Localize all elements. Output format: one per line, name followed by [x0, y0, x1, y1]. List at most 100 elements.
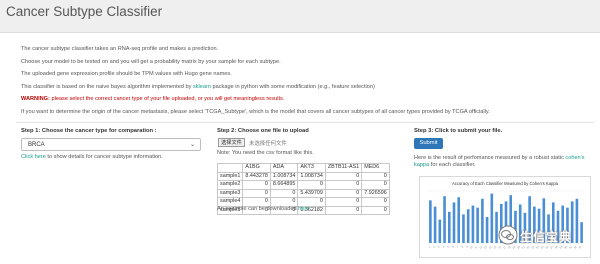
- step3-heading: Step 3: Click to submit your file.: [414, 128, 503, 134]
- intro-line-2: Choose your model to be tested on and yo…: [21, 58, 281, 65]
- chart-tick-label: 8: [460, 244, 464, 248]
- chart-tick-label: 1: [427, 244, 431, 248]
- table-cell: 0: [361, 171, 390, 181]
- table-row: sample1 8.443278 1.008734 1.008734 0 0: [216, 171, 390, 181]
- table-cell: 0: [242, 188, 271, 198]
- table-cell: 8.443278: [242, 171, 271, 181]
- chart-bar: [433, 206, 437, 243]
- intro-line-6: If you want to determine the origin of t…: [21, 108, 490, 115]
- chart-tick-label: 3: [437, 244, 441, 248]
- chart-bar: [490, 193, 494, 243]
- choose-file-button[interactable]: 选择文件: [218, 138, 245, 147]
- divider: [16, 122, 594, 123]
- intro-line-3: The uploaded gene expression profile sho…: [21, 71, 232, 78]
- table-row: sample3 0 0 5.439709 0 7.926596: [216, 188, 390, 198]
- chart-bar: [438, 219, 442, 243]
- result-text-post: for each classifier.: [429, 162, 476, 168]
- intro-line-4-post: package in python with some modification…: [210, 83, 375, 90]
- table-cell: 0: [269, 197, 299, 207]
- table-cell: 0: [242, 180, 271, 190]
- table-cell: 0: [324, 188, 363, 198]
- table-cell: 0: [297, 197, 326, 207]
- table-header: AKT3: [297, 163, 326, 173]
- chart-tick-label: 5: [446, 244, 450, 248]
- intro-text: The cancer subtype classifier takes an R…: [21, 46, 591, 122]
- table-cell: 1.008734: [297, 171, 326, 181]
- table-header: A1BG: [242, 163, 271, 173]
- cancer-type-select[interactable]: BRCA ⌄: [21, 138, 201, 151]
- table-cell: 7.926596: [361, 188, 390, 198]
- table-header-row: A1BG ADA AKT3 ZBTB11-AS1 MED6: [216, 163, 390, 173]
- step2-heading: Step 2: Choose one file to upload: [217, 128, 309, 134]
- chart-bar: [466, 209, 470, 243]
- sklearn-link[interactable]: sklearn: [193, 84, 211, 90]
- intro-line-4: This classifier is based on the naive ba…: [21, 84, 591, 90]
- chart-tick-label: 12: [478, 244, 483, 249]
- chart-bar: [462, 214, 465, 243]
- table-cell: 0: [324, 171, 363, 181]
- chart-tick-label: 2: [432, 244, 436, 248]
- wechat-icon: [498, 225, 518, 245]
- table-cell: sample2: [216, 180, 244, 190]
- warning-line: WARNING: please select the correct cance…: [21, 96, 591, 102]
- table-cell: sample3: [216, 188, 244, 198]
- chart-bar: [485, 217, 489, 243]
- table-cell: 0: [324, 205, 363, 215]
- table-cell: 0: [297, 180, 326, 190]
- chart-bar: [457, 197, 461, 243]
- page-title: Cancer Subtype Classifier: [6, 4, 163, 19]
- watermark-text: 生信宝典: [520, 230, 573, 244]
- table-cell: 0: [242, 197, 271, 207]
- warning-text: please select the correct cancer type of…: [49, 96, 285, 103]
- chart-title: Accuracy of Each Classifier Measured by …: [452, 181, 559, 186]
- table-row: sample4 0 0 0 0 0: [216, 197, 390, 207]
- chart-tick-label: 14: [488, 244, 493, 249]
- kappa-link[interactable]: kappa: [414, 162, 429, 168]
- table-cell: 1.008734: [269, 171, 299, 181]
- table-header: ADA: [269, 163, 299, 173]
- table-cell: 8.664895: [269, 180, 299, 190]
- cohens-link[interactable]: cohen's: [565, 155, 584, 161]
- table-cell: 0: [361, 205, 390, 215]
- table-cell: 0: [324, 197, 363, 207]
- file-status: 未选择任何文件: [249, 141, 287, 147]
- table-cell: sample1: [216, 171, 244, 181]
- cancer-type-value: BRCA: [28, 142, 45, 148]
- table-cell: sample4: [216, 197, 244, 207]
- warning-label: WARNING:: [21, 96, 50, 103]
- example-text: An example can be downloaded: [217, 206, 299, 212]
- chart-tick-label: 6: [451, 244, 455, 248]
- chart-bar: [447, 211, 451, 243]
- table-header: MED6: [361, 163, 390, 173]
- submit-button[interactable]: Submit: [414, 138, 443, 149]
- example-download: An example can be downloaded here.: [217, 206, 311, 212]
- chart-tick-label: 13: [483, 244, 488, 249]
- csv-format-note: Note: You need the csv format like this.: [217, 150, 314, 156]
- example-download-link[interactable]: here.: [298, 206, 311, 212]
- table-cell: 0: [361, 197, 390, 207]
- chart-bar: [481, 198, 484, 243]
- table-row: sample2 0 8.664895 0 0 0: [216, 180, 390, 190]
- intro-line-4-pre: This classifier is based on the naive ba…: [21, 83, 193, 90]
- step1-help: Click here to show details for cancer su…: [21, 154, 163, 160]
- chart-tick-label: 10: [469, 244, 474, 249]
- chart-tick-label: 15: [492, 244, 497, 249]
- app-header: Cancer Subtype Classifier: [0, 0, 600, 33]
- chart-bar: [429, 200, 432, 243]
- table-header: [216, 163, 244, 173]
- table-cell: 0: [361, 180, 390, 190]
- chart-bar: [471, 205, 475, 243]
- chart-tick-label: 4: [441, 244, 445, 248]
- chart-tick-label: 7: [456, 244, 460, 248]
- subtype-details-link[interactable]: Click here: [21, 154, 46, 160]
- result-text: Here is the result of perfomance measure…: [414, 155, 566, 161]
- chevron-down-icon: ⌄: [189, 142, 195, 148]
- intro-line-1: The cancer subtype classifier takes an R…: [21, 46, 219, 52]
- step1-help-text: to show details for cancer subtype infor…: [45, 154, 163, 160]
- table-cell: 0: [324, 180, 363, 190]
- table-cell: 0: [269, 188, 299, 198]
- chart-tick-label: 11: [474, 244, 479, 249]
- chart-bar: [443, 196, 446, 243]
- table-header: ZBTB11-AS1: [324, 163, 363, 173]
- chart-bar: [452, 202, 456, 243]
